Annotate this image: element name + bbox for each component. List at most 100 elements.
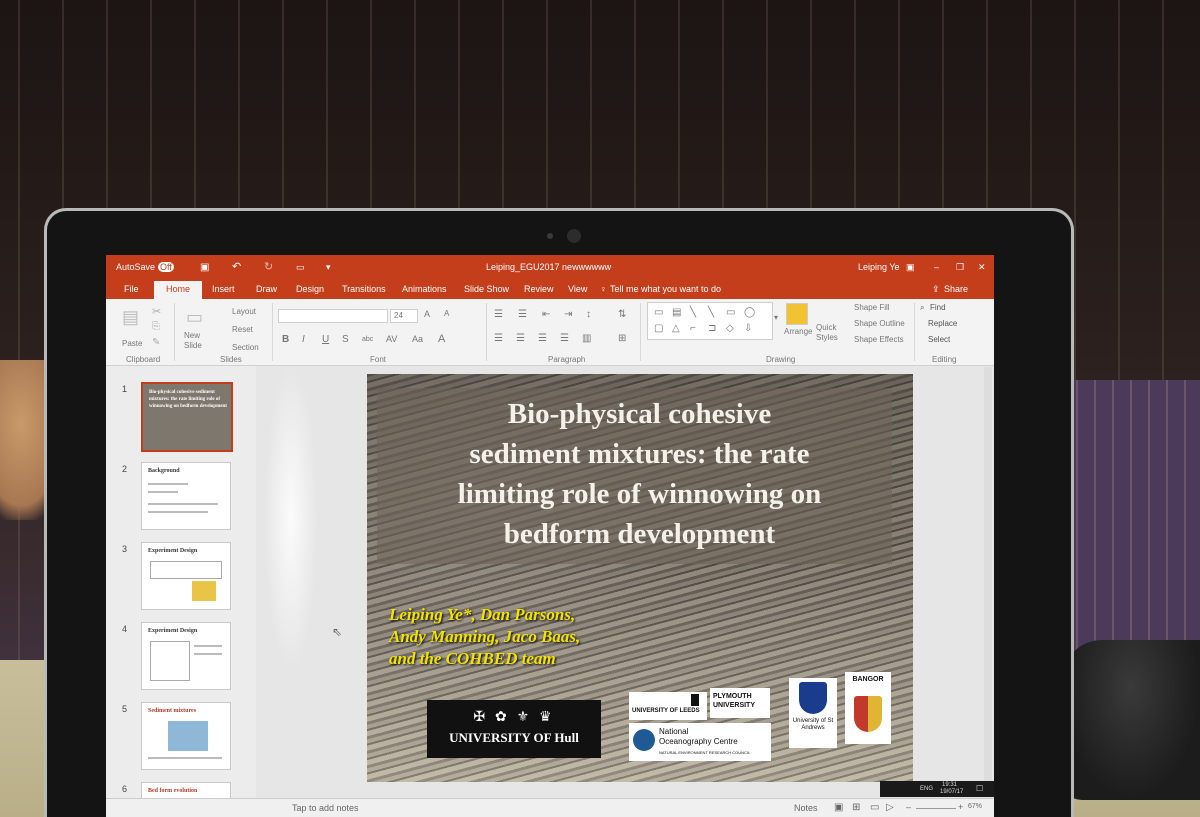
paste-icon[interactable]: ▤ [122, 307, 139, 328]
numbering-icon[interactable]: ☰ [518, 309, 527, 320]
vertical-scrollbar[interactable] [984, 367, 992, 797]
align-left-icon[interactable]: ☰ [494, 333, 503, 344]
increase-font-icon[interactable]: A [424, 309, 430, 319]
replace-button[interactable]: Replace [928, 319, 957, 328]
shapes-gallery-expand-icon[interactable]: ▾ [774, 313, 778, 322]
slide-thumbnail-2[interactable]: Background [141, 462, 231, 530]
font-name-input[interactable] [278, 309, 388, 323]
shape-fill-button[interactable]: Shape Fill [854, 303, 890, 312]
tab-file[interactable]: File [124, 284, 139, 294]
ribbon-options-icon[interactable]: ▣ [906, 262, 915, 273]
shape-triangle-icon[interactable]: △ [672, 323, 680, 334]
quick-styles-button[interactable]: Quick Styles [816, 323, 844, 343]
minimize-icon[interactable]: – [934, 262, 939, 272]
zoom-in-icon[interactable]: + [958, 802, 963, 812]
shape-diamond-icon[interactable]: ◇ [726, 323, 734, 334]
save-icon[interactable]: ▣ [200, 262, 209, 273]
shadow-icon[interactable]: S [342, 334, 349, 345]
tab-review[interactable]: Review [524, 284, 554, 294]
new-slide-button[interactable]: New Slide [184, 331, 214, 351]
arrange-icon[interactable] [786, 303, 808, 325]
shape-textbox-icon[interactable]: ▤ [672, 307, 681, 318]
bold-icon[interactable]: B [282, 334, 289, 345]
shape-oval-icon[interactable]: ◯ [744, 307, 755, 318]
tab-draw[interactable]: Draw [256, 284, 277, 294]
font-color-icon[interactable]: A [438, 333, 445, 345]
columns-icon[interactable]: ▥ [582, 333, 591, 344]
change-case-icon[interactable]: Aa [412, 334, 423, 344]
section-button[interactable]: Section [232, 343, 259, 352]
decrease-indent-icon[interactable]: ⇤ [542, 309, 550, 320]
copy-icon[interactable]: ⎘ [152, 321, 160, 332]
present-icon[interactable]: ▭ [296, 262, 305, 273]
tab-slide-show[interactable]: Slide Show [464, 284, 509, 294]
shape-corner-icon[interactable]: ⌐ [690, 323, 696, 334]
zoom-out-icon[interactable]: – [906, 802, 911, 812]
italic-icon[interactable]: I [302, 334, 305, 345]
slide-thumbnail-5[interactable]: Sediment mixtures [141, 702, 231, 770]
customize-toolbar-icon[interactable]: ▾ [326, 262, 331, 273]
zoom-level[interactable]: 67% [968, 803, 982, 810]
find-icon[interactable]: ⌕ [920, 303, 924, 313]
underline-icon[interactable]: U [322, 334, 329, 345]
tell-me-box[interactable]: Tell me what you want to do [610, 284, 721, 294]
notes-button[interactable]: Notes [794, 803, 818, 813]
align-center-icon[interactable]: ☰ [516, 333, 525, 344]
slide-thumbnail-4[interactable]: Experiment Design [141, 622, 231, 690]
reading-view-icon[interactable]: ▭ [870, 802, 879, 813]
line-spacing-icon[interactable]: ↕ [586, 309, 591, 320]
tab-home[interactable]: Home [166, 284, 190, 294]
shape-line2-icon[interactable]: ╲ [708, 307, 714, 318]
arrange-button[interactable]: Arrange [784, 327, 812, 336]
undo-icon[interactable]: ↶ [232, 260, 241, 273]
slide-sorter-icon[interactable]: ⊞ [852, 802, 860, 813]
tab-insert[interactable]: Insert [212, 284, 235, 294]
autosave-toggle[interactable]: Off [158, 262, 174, 272]
layout-button[interactable]: Layout [232, 307, 256, 316]
select-button[interactable]: Select [928, 335, 950, 344]
justify-icon[interactable]: ☰ [560, 333, 569, 344]
share-icon[interactable]: ⇪ [932, 284, 940, 295]
increase-indent-icon[interactable]: ⇥ [564, 309, 572, 320]
shapes-gallery[interactable]: ▭ ▤ ╲ ╲ ▭ ◯ ▢ △ ⌐ ⊐ ◇ ⇩ [647, 302, 773, 340]
shape-effects-button[interactable]: Shape Effects [854, 335, 904, 344]
clock-time[interactable]: 19:31 [942, 782, 957, 788]
shape-more-icon[interactable]: ⇩ [744, 323, 752, 334]
shape-rounded-icon[interactable]: ▢ [654, 323, 663, 334]
redo-icon[interactable]: ↻ [264, 260, 273, 273]
slide-thumbnail-3[interactable]: Experiment Design [141, 542, 231, 610]
slideshow-icon[interactable]: ▷ [886, 802, 894, 813]
find-button[interactable]: Find [930, 303, 946, 312]
format-painter-icon[interactable]: ✎ [152, 337, 160, 348]
slide-title[interactable]: Bio-physical cohesive sediment mixtures:… [387, 394, 892, 554]
tab-view[interactable]: View [568, 284, 587, 294]
font-size-input[interactable]: 24 [390, 309, 418, 323]
current-slide[interactable]: Bio-physical cohesive sediment mixtures:… [367, 374, 913, 782]
normal-view-icon[interactable]: ▣ [834, 802, 843, 813]
slide-thumbnail-1[interactable]: Bio-physical cohesive sediment mixtures:… [141, 382, 233, 452]
shape-rectangle-icon[interactable]: ▭ [654, 307, 663, 318]
share-button[interactable]: Share [944, 284, 968, 294]
reset-button[interactable]: Reset [232, 325, 253, 334]
text-direction-icon[interactable]: ⇅ [618, 309, 626, 320]
shape-line-icon[interactable]: ╲ [690, 307, 696, 318]
tab-transitions[interactable]: Transitions [342, 284, 386, 294]
notes-placeholder[interactable]: Tap to add notes [292, 803, 359, 813]
align-right-icon[interactable]: ☰ [538, 333, 547, 344]
shape-bracket-icon[interactable]: ⊐ [708, 323, 716, 334]
bullets-icon[interactable]: ☰ [494, 309, 503, 320]
tab-animations[interactable]: Animations [402, 284, 447, 294]
decrease-font-icon[interactable]: A [444, 309, 449, 318]
paste-button[interactable]: Paste [122, 339, 142, 348]
shape-outline-button[interactable]: Shape Outline [854, 319, 905, 328]
new-slide-icon[interactable]: ▭ [186, 307, 203, 328]
restore-icon[interactable]: ❐ [956, 262, 964, 273]
cut-icon[interactable]: ✂ [152, 305, 161, 318]
user-name[interactable]: Leiping Ye [858, 262, 900, 272]
slide-authors[interactable]: Leiping Ye*, Dan Parsons, Andy Manning, … [389, 604, 689, 670]
close-icon[interactable]: ✕ [978, 262, 986, 273]
spacing-icon[interactable]: AV [386, 334, 397, 344]
language-indicator[interactable]: ENG [920, 786, 933, 792]
autosave-label[interactable]: AutoSave [116, 262, 155, 272]
clock-date[interactable]: 19/07/17 [940, 789, 963, 795]
